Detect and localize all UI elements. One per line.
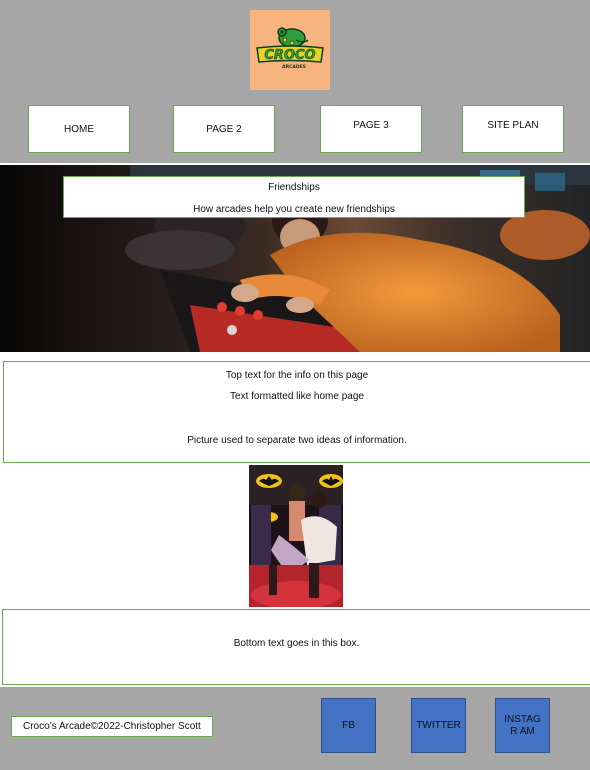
separator-picture (249, 465, 343, 607)
nav-page-3-button[interactable]: PAGE 3 (320, 105, 422, 153)
info-text-box: Top text for the info on this page Text … (3, 361, 590, 463)
bottom-text: Bottom text goes in this box. (233, 638, 360, 649)
hero-title: Friendships (268, 182, 320, 193)
hero-subtitle: How arcades help you create new friendsh… (193, 204, 395, 215)
info-line-2: Text formatted like home page (230, 391, 364, 402)
info-line-1: Top text for the info on this page (225, 370, 369, 381)
nav-home-button[interactable]: HOME (28, 105, 130, 153)
nav-site-plan-label: SITE PLAN (487, 120, 539, 131)
info-line-3: Picture used to separate two ideas of in… (187, 435, 407, 446)
svg-text:CROCO: CROCO (264, 48, 315, 63)
croco-arcades-logo[interactable]: CROCO ARCADES (250, 10, 330, 90)
instagram-label: INSTAGR AM (504, 713, 541, 737)
nav-home-label: HOME (64, 123, 94, 135)
arcade-couple-photo (249, 465, 343, 607)
copyright-text: Croco’s Arcade©2022-Christopher Scott (23, 721, 201, 732)
nav-page-2-button[interactable]: PAGE 2 (173, 105, 275, 153)
bottom-text-box: Bottom text goes in this box. (2, 609, 590, 685)
twitter-button[interactable]: TWITTER (411, 698, 466, 753)
nav-page-2-label: PAGE 2 (206, 123, 242, 135)
nav-site-plan-button[interactable]: SITE PLAN (462, 105, 564, 153)
instagram-button[interactable]: INSTAGR AM (495, 698, 550, 753)
nav-page-3-label: PAGE 3 (353, 120, 389, 131)
svg-text:ARCADES: ARCADES (282, 64, 306, 70)
facebook-label: FB (342, 719, 355, 731)
facebook-button[interactable]: FB (321, 698, 376, 753)
crocodile-icon: CROCO ARCADES (256, 27, 324, 70)
hero-caption-box: Friendships How arcades help you create … (63, 176, 525, 218)
twitter-label: TWITTER (416, 719, 461, 731)
copyright-notice: Croco’s Arcade©2022-Christopher Scott (11, 716, 213, 737)
